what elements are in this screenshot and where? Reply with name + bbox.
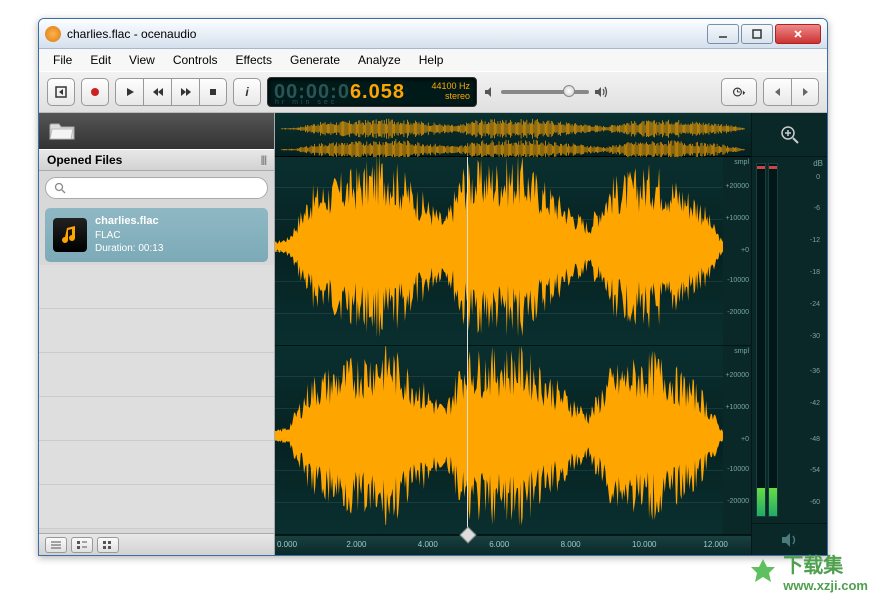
toolbar: i 00:00:06.058 44100 Hz stereo hr min se…	[39, 71, 827, 113]
minimize-button[interactable]	[707, 24, 739, 44]
amplitude-scale-left: smpl +20000 +10000 +0 -10000 -20000	[723, 157, 751, 345]
sidebar-handle-icon[interactable]: |||	[261, 155, 266, 166]
file-list: charlies.flac FLAC Duration: 00:13	[39, 205, 274, 533]
transport-group	[115, 78, 227, 106]
folder-icon	[49, 121, 75, 141]
empty-row	[39, 485, 274, 529]
time-ruler[interactable]: 0.000 2.000 4.000 6.000 8.000 10.000 12.…	[275, 535, 751, 555]
empty-row	[39, 441, 274, 485]
empty-row	[39, 265, 274, 309]
empty-row	[39, 397, 274, 441]
menu-view[interactable]: View	[121, 51, 163, 69]
file-name: charlies.flac	[95, 214, 163, 229]
goto-start-button[interactable]	[47, 78, 75, 106]
menu-analyze[interactable]: Analyze	[350, 51, 409, 69]
sidebar-footer	[39, 533, 274, 555]
sidebar-title: Opened Files	[47, 153, 122, 167]
nav-back-button[interactable]	[763, 78, 791, 106]
grid-view-button[interactable]	[97, 537, 119, 553]
rewind-button[interactable]	[143, 78, 171, 106]
nav-forward-button[interactable]	[791, 78, 819, 106]
menu-file[interactable]: File	[45, 51, 80, 69]
file-meta: charlies.flac FLAC Duration: 00:13	[95, 214, 163, 256]
file-format: FLAC	[95, 229, 163, 243]
amplitude-scale-right: smpl +20000 +10000 +0 -10000 -20000	[723, 346, 751, 534]
info-button[interactable]: i	[233, 78, 261, 106]
menu-generate[interactable]: Generate	[282, 51, 348, 69]
content-area: Opened Files ||| charlies.flac FLAC Dura…	[39, 113, 827, 555]
watermark-logo-icon	[749, 557, 777, 585]
watermark-url: www.xzji.com	[783, 578, 868, 593]
play-button[interactable]	[115, 78, 143, 106]
menu-controls[interactable]: Controls	[165, 51, 226, 69]
search-icon	[54, 182, 66, 194]
level-meters: dB 0 -6 -12 -18 -24 -30 -36 -42 -48 -54 …	[751, 113, 827, 555]
app-window: charlies.flac - ocenaudio File Edit View…	[38, 18, 828, 556]
volume-slider[interactable]	[501, 90, 589, 94]
sidebar-search-wrap	[39, 171, 274, 205]
tracks: smpl +20000 +10000 +0 -10000 -20000 smpl	[275, 157, 751, 555]
music-note-icon	[59, 224, 81, 246]
detail-view-button[interactable]	[71, 537, 93, 553]
app-icon	[45, 26, 61, 42]
watermark-text: 下载集	[783, 549, 868, 578]
zoom-area	[752, 113, 827, 157]
list-view-button[interactable]	[45, 537, 67, 553]
zoom-in-icon[interactable]	[779, 124, 801, 146]
window-title: charlies.flac - ocenaudio	[67, 27, 707, 41]
history-button[interactable]	[721, 78, 757, 106]
speaker-high-icon	[593, 85, 609, 99]
meter-right	[768, 163, 778, 517]
waveform-left-icon	[275, 157, 723, 336]
forward-button[interactable]	[171, 78, 199, 106]
meter-body: dB 0 -6 -12 -18 -24 -30 -36 -42 -48 -54 …	[752, 157, 827, 523]
menu-help[interactable]: Help	[411, 51, 452, 69]
menu-effects[interactable]: Effects	[228, 51, 280, 69]
empty-row	[39, 353, 274, 397]
speaker-low-icon	[483, 85, 497, 99]
sidebar-title-bar: Opened Files |||	[39, 149, 274, 171]
channel-mode: stereo	[431, 92, 470, 102]
menu-edit[interactable]: Edit	[82, 51, 119, 69]
waveform-area: smpl +20000 +10000 +0 -10000 -20000 smpl	[275, 113, 751, 555]
meter-left	[756, 163, 766, 517]
track-right[interactable]: smpl +20000 +10000 +0 -10000 -20000	[275, 346, 751, 535]
menubar: File Edit View Controls Effects Generate…	[39, 49, 827, 71]
file-duration: Duration: 00:13	[95, 242, 163, 256]
time-unit-labels: hr min sec	[275, 99, 337, 106]
sidebar-header	[39, 113, 274, 149]
overview-wave-icon	[281, 116, 745, 162]
file-item-selected[interactable]: charlies.flac FLAC Duration: 00:13	[45, 208, 268, 262]
record-button[interactable]	[81, 78, 109, 106]
watermark: 下载集 www.xzji.com	[749, 549, 868, 593]
db-scale: 0 -6 -12 -18 -24 -30 -36 -42 -48 -54 -60	[780, 163, 823, 517]
empty-row	[39, 309, 274, 353]
close-button[interactable]	[775, 24, 821, 44]
svg-text:i: i	[245, 85, 249, 99]
speaker-icon[interactable]	[780, 531, 800, 549]
maximize-button[interactable]	[741, 24, 773, 44]
stop-button[interactable]	[199, 78, 227, 106]
titlebar[interactable]: charlies.flac - ocenaudio	[39, 19, 827, 49]
track-left[interactable]: smpl +20000 +10000 +0 -10000 -20000	[275, 157, 751, 346]
waveform-right-icon	[275, 346, 723, 525]
time-bright: 6.058	[350, 81, 405, 103]
search-input[interactable]	[45, 177, 268, 199]
sidebar: Opened Files ||| charlies.flac FLAC Dura…	[39, 113, 275, 555]
playhead[interactable]	[467, 157, 468, 535]
waveform-overview[interactable]	[275, 113, 751, 157]
volume-control	[483, 85, 609, 99]
file-thumbnail	[53, 218, 87, 252]
